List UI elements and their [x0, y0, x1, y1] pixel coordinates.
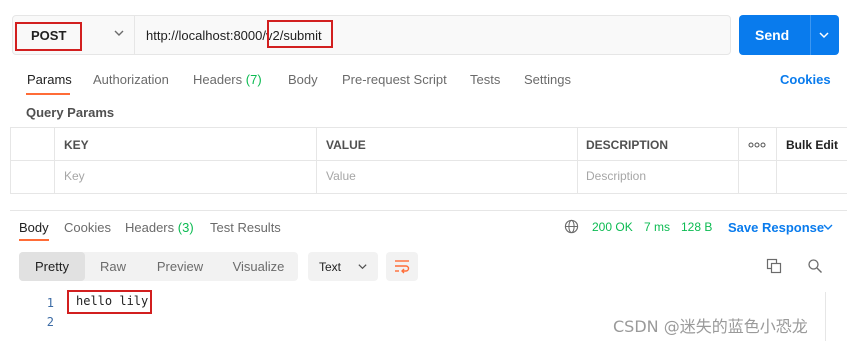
column-header-description: DESCRIPTION: [586, 138, 669, 152]
table-column-divider: [577, 128, 578, 194]
globe-icon[interactable]: [564, 219, 579, 234]
send-divider: [810, 15, 811, 55]
wrap-lines-button[interactable]: [386, 252, 418, 281]
format-pretty-button[interactable]: Pretty: [19, 252, 85, 281]
cookies-link[interactable]: Cookies: [780, 72, 831, 87]
bulk-edit-button[interactable]: Bulk Edit: [786, 138, 838, 152]
response-headers-count: (3): [177, 220, 194, 235]
scrollbar[interactable]: [825, 292, 826, 341]
status-code[interactable]: 200 OK: [592, 220, 633, 234]
response-tab-headers[interactable]: Headers (3): [125, 220, 194, 235]
method-select[interactable]: POST: [13, 16, 135, 54]
wrap-lines-icon: [395, 260, 410, 274]
column-header-key: KEY: [64, 138, 89, 152]
tab-headers-label: Headers: [193, 72, 243, 87]
chevron-down-icon[interactable]: [822, 221, 834, 233]
format-raw-button[interactable]: Raw: [85, 252, 141, 281]
url-path-highlight-box: [267, 20, 333, 48]
format-visualize-button[interactable]: Visualize: [219, 252, 298, 281]
tab-authorization[interactable]: Authorization: [93, 72, 169, 87]
copy-icon[interactable]: [766, 258, 782, 274]
format-type-label: Text: [319, 260, 342, 274]
headers-count: (7): [245, 72, 262, 87]
table-row-divider: [10, 160, 847, 161]
response-tab-headers-label: Headers: [125, 220, 175, 235]
line-number: 1: [46, 296, 54, 310]
send-button[interactable]: Send: [739, 15, 839, 55]
value-input[interactable]: Value: [326, 169, 356, 183]
format-mode-group: Pretty Raw Preview Visualize: [19, 252, 298, 281]
chevron-down-icon: [114, 30, 124, 36]
tab-headers[interactable]: Headers (7): [193, 72, 262, 87]
search-icon[interactable]: [807, 258, 823, 274]
format-preview-button[interactable]: Preview: [141, 252, 219, 281]
response-time[interactable]: 7 ms: [644, 220, 670, 234]
response-tab-body[interactable]: Body: [19, 220, 49, 235]
response-tab-test-results[interactable]: Test Results: [210, 220, 281, 235]
tab-pre-request-script[interactable]: Pre-request Script: [342, 72, 447, 87]
section-divider: [10, 210, 847, 211]
response-tab-cookies[interactable]: Cookies: [64, 220, 111, 235]
table-column-divider: [54, 128, 55, 194]
response-size[interactable]: 128 B: [681, 220, 712, 234]
table-column-divider: [10, 128, 11, 194]
line-number: 2: [46, 315, 54, 329]
active-tab-underline: [26, 93, 70, 95]
tab-body[interactable]: Body: [288, 72, 318, 87]
method-highlight-box: [15, 22, 82, 51]
column-header-value: VALUE: [326, 138, 366, 152]
active-response-tab-underline: [19, 239, 49, 241]
tab-tests[interactable]: Tests: [470, 72, 500, 87]
query-params-title: Query Params: [26, 105, 115, 120]
more-options-icon[interactable]: [748, 142, 766, 148]
format-type-select[interactable]: Text: [308, 252, 378, 281]
query-params-table: KEY VALUE DESCRIPTION Bulk Edit Key Valu…: [10, 127, 847, 194]
table-column-divider: [316, 128, 317, 194]
chevron-down-icon[interactable]: [817, 28, 831, 42]
chevron-down-icon: [358, 264, 367, 270]
response-highlight-box: [67, 290, 152, 314]
save-response-button[interactable]: Save Response: [728, 220, 824, 235]
url-bar: POST http://localhost:8000/v2/submit: [12, 15, 731, 55]
table-column-divider: [738, 128, 739, 194]
table-column-divider: [776, 128, 777, 194]
send-label: Send: [755, 27, 790, 43]
tab-settings[interactable]: Settings: [524, 72, 571, 87]
description-input[interactable]: Description: [586, 169, 646, 183]
watermark: CSDN @迷失的蓝色小恐龙: [613, 317, 808, 336]
key-input[interactable]: Key: [64, 169, 85, 183]
tab-params[interactable]: Params: [27, 72, 72, 87]
